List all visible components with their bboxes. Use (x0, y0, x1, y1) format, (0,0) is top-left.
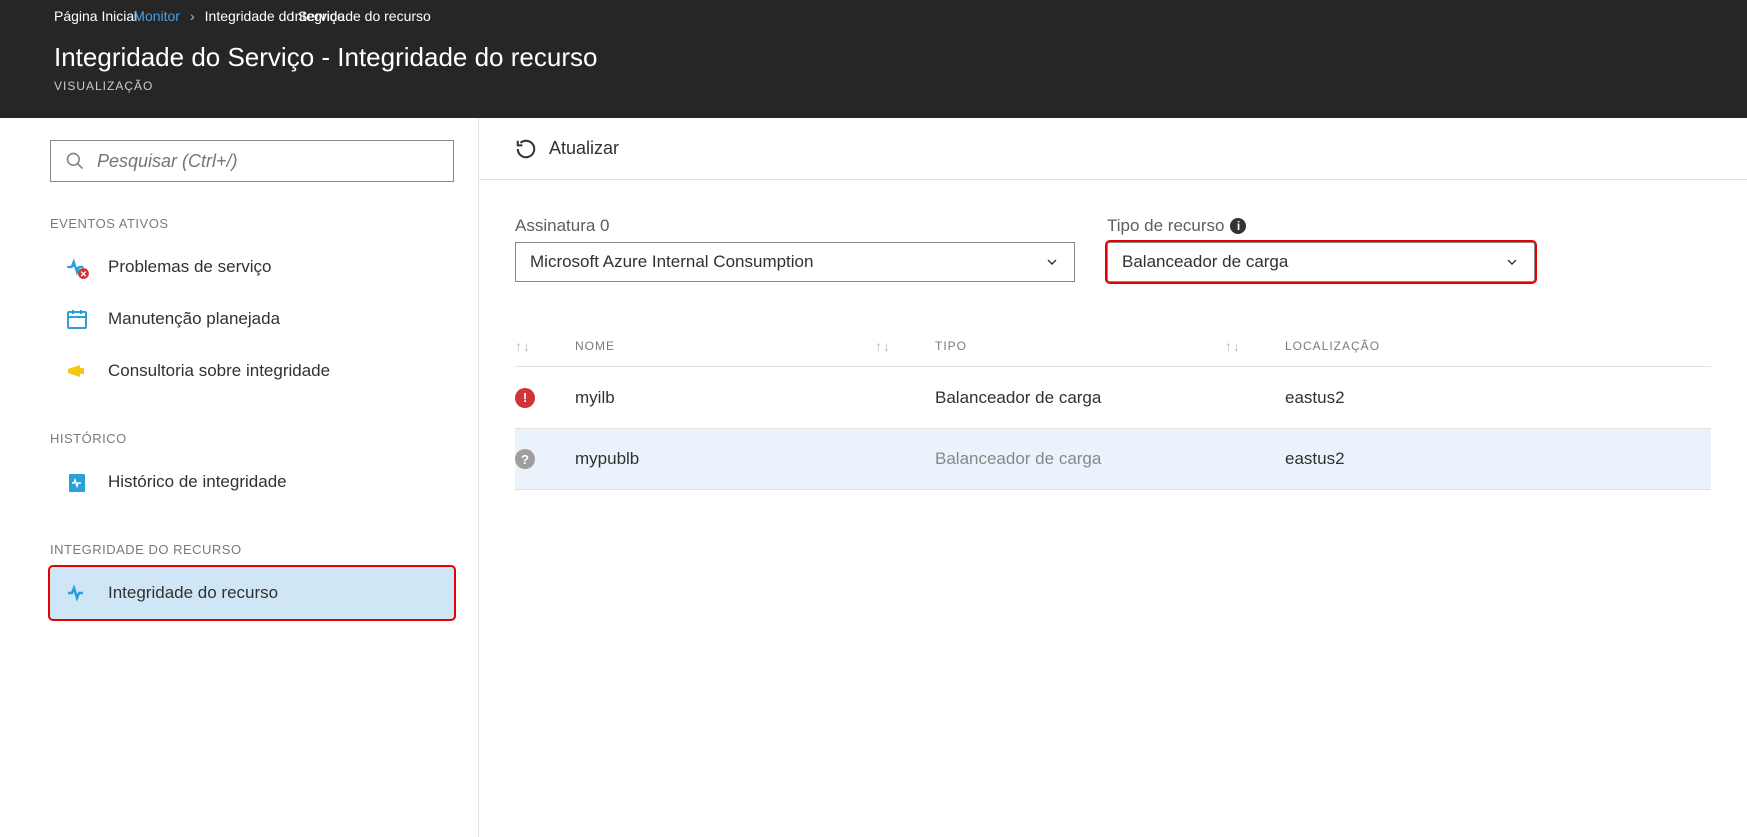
sidebar-item-label: Integridade do recurso (108, 583, 278, 603)
sidebar-item-label: Manutenção planejada (108, 309, 280, 329)
heart-pulse-icon (64, 580, 90, 606)
search-input-container[interactable] (50, 140, 454, 182)
calendar-icon (64, 306, 90, 332)
page-subtitle: VISUALIZAÇÃO (54, 79, 1747, 93)
megaphone-icon (64, 358, 90, 384)
subscription-value: Microsoft Azure Internal Consumption (530, 252, 813, 272)
cell-location: eastus2 (1285, 388, 1585, 408)
refresh-button[interactable]: Atualizar (549, 138, 619, 159)
sort-icon[interactable]: ↑↓ (875, 338, 935, 354)
cell-type: Balanceador de carga (935, 388, 1225, 408)
status-unknown-icon: ? (515, 449, 535, 469)
table-row[interactable]: ? mypublb Balanceador de carga eastus2 (515, 428, 1711, 490)
sidebar-item-label: Histórico de integridade (108, 472, 287, 492)
sidebar: EVENTOS ATIVOS ✕ Problemas de serviço Ma… (0, 118, 479, 837)
section-history: HISTÓRICO (50, 431, 454, 446)
svg-text:✕: ✕ (80, 269, 87, 279)
book-heart-icon (64, 469, 90, 495)
heart-error-icon: ✕ (64, 254, 90, 280)
section-resource-health: INTEGRIDADE DO RECURSO (50, 542, 454, 557)
sidebar-item-health-history[interactable]: Histórico de integridade (50, 456, 454, 508)
chevron-down-icon (1044, 254, 1060, 270)
section-active-events: EVENTOS ATIVOS (50, 216, 454, 231)
breadcrumb-monitor[interactable]: Monitor (133, 8, 180, 24)
sidebar-item-health-advisories[interactable]: Consultoria sobre integridade (50, 345, 454, 397)
sidebar-item-planned-maintenance[interactable]: Manutenção planejada (50, 293, 454, 345)
resource-table: ↑↓ NOME ↑↓ TIPO ↑↓ LOCALIZAÇÃO ! myilb B… (515, 326, 1711, 490)
breadcrumb: Página Inicial Monitor › Integridade do … (0, 0, 1747, 24)
sort-icon[interactable]: ↑↓ (515, 338, 575, 354)
cell-type: Balanceador de carga (935, 449, 1225, 469)
status-error-icon: ! (515, 388, 535, 408)
search-input[interactable] (97, 151, 439, 172)
resource-type-label: Tipo de recurso i (1107, 216, 1535, 236)
sidebar-item-service-issues[interactable]: ✕ Problemas de serviço (50, 241, 454, 293)
table-row[interactable]: ! myilb Balanceador de carga eastus2 (515, 366, 1711, 428)
resource-type-value: Balanceador de carga (1122, 252, 1288, 272)
page-title: Integridade do Serviço - Integridade do … (54, 42, 1747, 73)
header-bar: Página Inicial Monitor › Integridade do … (0, 0, 1747, 118)
refresh-icon[interactable] (515, 138, 537, 160)
sidebar-item-label: Problemas de serviço (108, 257, 271, 277)
cell-location: eastus2 (1285, 449, 1585, 469)
sidebar-item-resource-health[interactable]: Integridade do recurso (50, 567, 454, 619)
breadcrumb-resource-health[interactable]: Integridade do recurso (291, 8, 431, 24)
breadcrumb-home[interactable]: Página Inicial (54, 8, 137, 24)
chevron-right-icon: › (190, 8, 195, 24)
cell-name: mypublb (575, 449, 875, 469)
col-type[interactable]: TIPO (935, 339, 1225, 353)
resource-type-select[interactable]: Balanceador de carga (1107, 242, 1535, 282)
main-content: Atualizar Assinatura 0 Microsoft Azure I… (479, 118, 1747, 837)
chevron-down-icon (1504, 254, 1520, 270)
toolbar: Atualizar (479, 118, 1747, 180)
col-name[interactable]: NOME (575, 339, 875, 353)
subscription-select[interactable]: Microsoft Azure Internal Consumption (515, 242, 1075, 282)
search-icon (65, 151, 85, 171)
subscription-label: Assinatura 0 (515, 216, 1075, 236)
info-icon[interactable]: i (1230, 218, 1246, 234)
cell-name: myilb (575, 388, 875, 408)
sidebar-item-label: Consultoria sobre integridade (108, 361, 330, 381)
col-location[interactable]: LOCALIZAÇÃO (1285, 339, 1585, 353)
table-header: ↑↓ NOME ↑↓ TIPO ↑↓ LOCALIZAÇÃO (515, 326, 1711, 366)
sort-icon[interactable]: ↑↓ (1225, 338, 1285, 354)
